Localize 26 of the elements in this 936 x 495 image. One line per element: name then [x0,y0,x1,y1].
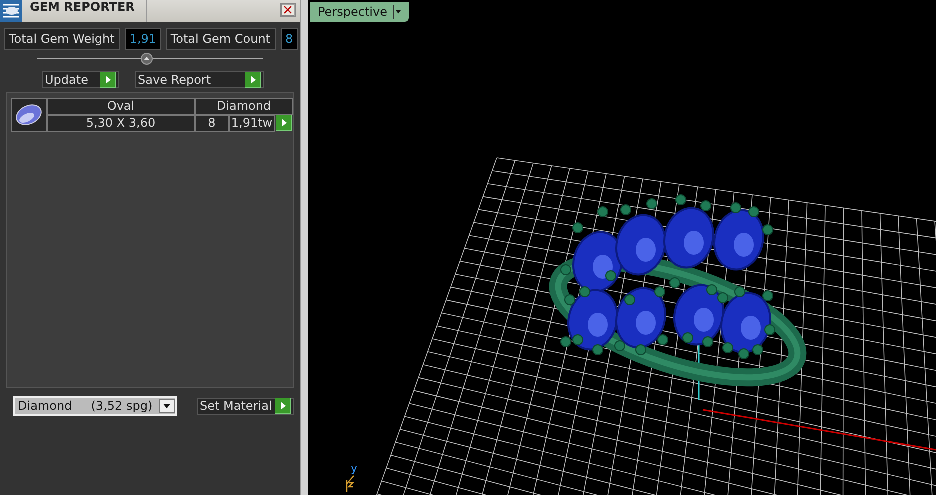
gem-shape-cell: Oval [47,98,195,115]
gem-count-cell: 8 [195,115,229,132]
caret-icon [159,399,175,413]
slider-handle[interactable] [141,53,153,65]
gem-icon [14,102,44,128]
total-value: 8 [280,28,298,50]
axis-label: y [351,463,358,474]
save-report-button[interactable]: Save Report [135,71,264,88]
gem-material-cell: Diamond [195,98,293,115]
total-label: Total Gem Count [166,28,276,50]
play-icon [245,72,261,88]
report-icon [0,0,22,22]
material-dropdown[interactable]: Diamond (3,52 spg) [13,396,177,416]
play-icon [275,398,292,414]
view-mode-dropdown[interactable]: Perspective [310,2,408,22]
update-button[interactable]: Update [42,71,119,88]
gem-size-cell: 5,30 X 3,60 [47,115,195,132]
close-icon[interactable] [280,3,296,17]
caret-icon [392,5,402,19]
gem-weight-cell: 1,91tw [229,115,275,132]
set-material-button[interactable]: Set Material [197,398,294,414]
panel-title: GEM REPORTER [22,0,147,22]
total-value: 1,91 [124,28,161,50]
total-label: Total Gem Weight [4,28,120,50]
play-icon [100,72,116,88]
play-icon[interactable] [276,115,292,131]
